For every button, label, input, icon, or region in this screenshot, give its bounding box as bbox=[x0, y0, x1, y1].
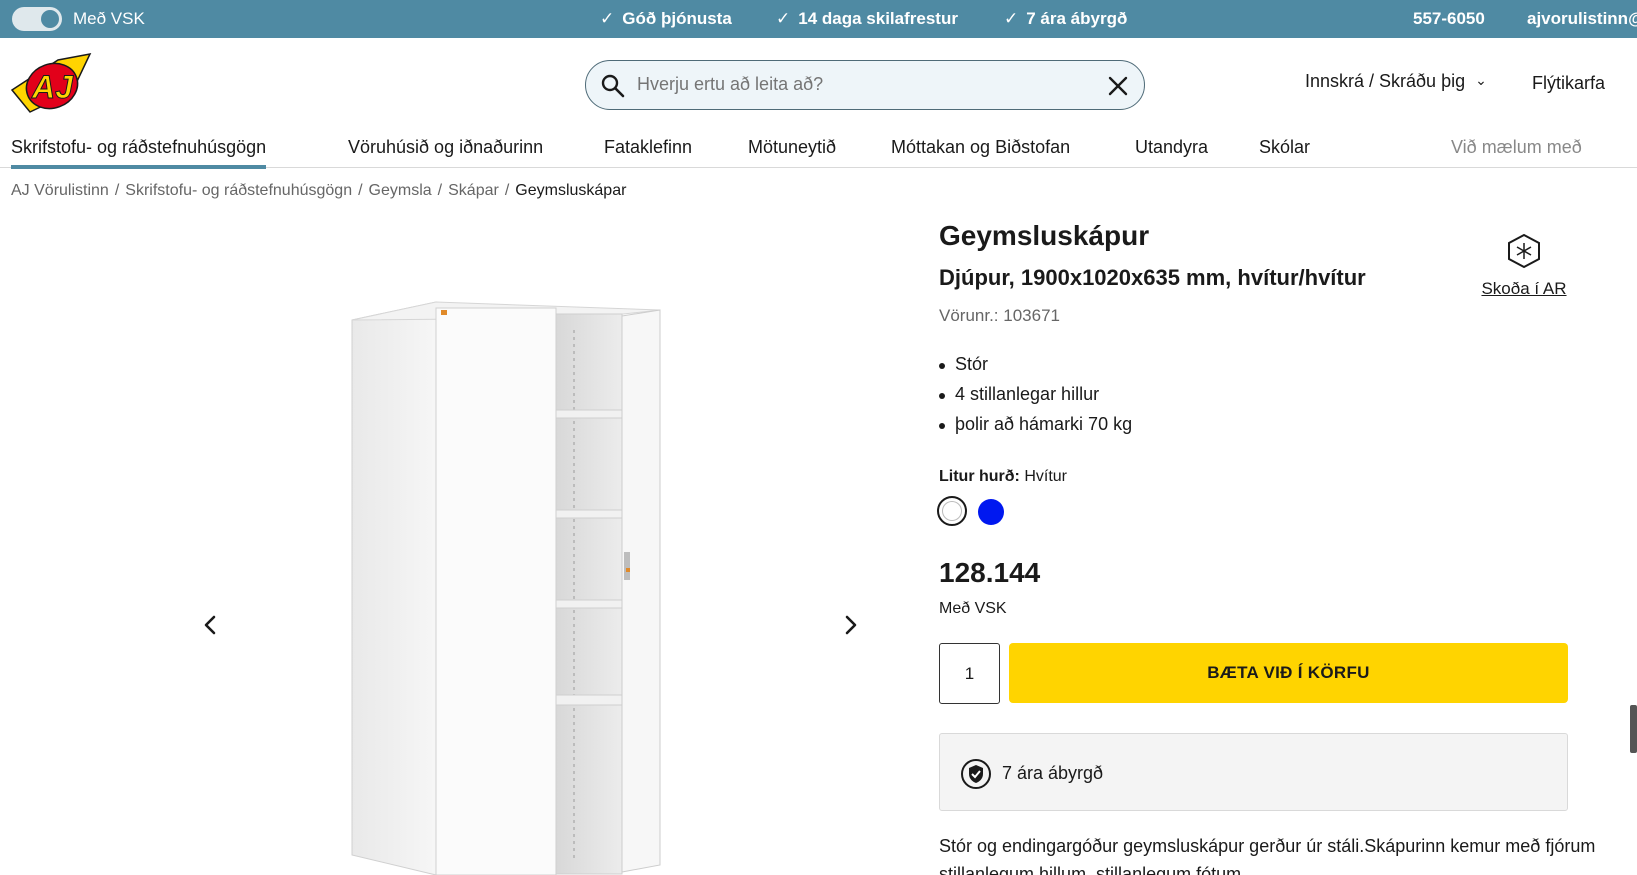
vat-toggle[interactable] bbox=[12, 7, 62, 31]
breadcrumb-separator: / bbox=[358, 182, 363, 199]
ar-cube-icon bbox=[1508, 233, 1540, 269]
shield-check-icon bbox=[961, 759, 991, 789]
door-color-label: Litur hurð: Hvítur bbox=[939, 468, 1067, 486]
breadcrumb-current: Geymsluskápar bbox=[515, 182, 627, 199]
product-description: Stór og endingargóður geymsluskápur gerð… bbox=[939, 836, 1596, 875]
view-in-ar-button[interactable]: Skoða í AR bbox=[1480, 232, 1568, 299]
nav-item-warehouse[interactable]: Vöruhúsið og iðnaðurinn bbox=[348, 137, 543, 158]
chevron-down-icon: ⌄ bbox=[1475, 72, 1487, 88]
nav-item-canteen[interactable]: Mötuneytið bbox=[748, 137, 836, 158]
color-label-key: Litur hurð: bbox=[939, 468, 1020, 485]
product-features: Stór 4 stillanlegar hillur þolir að háma… bbox=[939, 354, 1132, 444]
color-label-value: Hvítur bbox=[1024, 468, 1067, 485]
color-swatch-blue[interactable] bbox=[978, 499, 1004, 525]
breadcrumb-link[interactable]: Skrifstofu- og ráðstefnuhúsgögn bbox=[125, 182, 352, 199]
nav-item-locker-room[interactable]: Fataklefinn bbox=[604, 137, 692, 158]
phone-link[interactable]: 557-6050 bbox=[1413, 9, 1485, 29]
chevron-right-icon[interactable] bbox=[836, 610, 866, 640]
main-nav: Skrifstofu- og ráðstefnuhúsgögn Vöruhúsi… bbox=[0, 130, 1637, 169]
top-bar: Með VSK ✓ Góð þjónusta ✓ 14 daga skilafres… bbox=[0, 0, 1637, 38]
email-link[interactable]: ajvorulistinn@ bbox=[1527, 9, 1637, 29]
scrollbar-thumb[interactable] bbox=[1630, 705, 1637, 753]
breadcrumb: AJ Vörulistinn / Skrifstofu- og ráðstefnuh… bbox=[11, 182, 626, 200]
list-item: Stór bbox=[939, 354, 1132, 384]
list-item: 4 stillanlegar hillur bbox=[939, 384, 1132, 414]
ar-label: Skoða í AR bbox=[1481, 279, 1567, 298]
nav-item-reception[interactable]: Móttakan og Biðstofan bbox=[891, 137, 1070, 158]
close-icon[interactable] bbox=[1105, 73, 1131, 99]
nav-item-office[interactable]: Skrifstofu- og ráðstefnuhúsgögn bbox=[11, 137, 267, 169]
quantity-field[interactable]: 1 bbox=[939, 643, 1000, 704]
quick-cart[interactable]: Flýtikarfa bbox=[1532, 73, 1605, 94]
list-item: þolir að hámarki 70 kg bbox=[939, 414, 1132, 444]
breadcrumb-separator: / bbox=[504, 182, 510, 199]
nav-item-outdoor[interactable]: Utandyra bbox=[1135, 137, 1208, 158]
product-price: 128.144 bbox=[939, 557, 1041, 588]
check-icon: ✓ bbox=[1004, 9, 1019, 28]
breadcrumb-separator: / bbox=[114, 182, 120, 199]
search-bar[interactable] bbox=[585, 60, 1145, 110]
breadcrumb-link[interactable]: Geymsla bbox=[369, 182, 432, 199]
nav-item-schools[interactable]: Skólar bbox=[1259, 137, 1310, 158]
color-swatch-white[interactable] bbox=[937, 496, 967, 526]
aj-logo[interactable]: AJ bbox=[10, 52, 92, 116]
logo-text: AJ bbox=[31, 69, 74, 105]
usp-service: ✓ Góð þjónusta bbox=[600, 9, 732, 28]
product-subtitle: Djúpur, 1900x1020x635 mm, hvítur/hvítur bbox=[939, 265, 1366, 290]
price-vat-note: Með VSK bbox=[939, 600, 1007, 617]
add-to-cart-button[interactable]: BÆTA VIÐ Í KÖRFU bbox=[1009, 643, 1568, 703]
breadcrumb-link[interactable]: Skápar bbox=[448, 182, 499, 199]
product-image-cabinet bbox=[351, 301, 661, 875]
warranty-text: 7 ára ábyrgð bbox=[1002, 763, 1104, 783]
usp-returns: ✓ 14 daga skilafrestur bbox=[776, 9, 958, 28]
product-sku: Vörunr.: 103671 bbox=[939, 306, 1060, 325]
product-title: Geymsluskápur bbox=[939, 220, 1150, 251]
warranty-box: 7 ára ábyrgð bbox=[939, 733, 1568, 811]
nav-item-recommended[interactable]: Við mælum með bbox=[1451, 137, 1582, 158]
login-menu[interactable]: Innskrá / Skráðu þig ⌄ bbox=[1305, 71, 1487, 92]
login-label: Innskrá / Skráðu þig bbox=[1305, 71, 1466, 91]
toggle-knob bbox=[41, 10, 59, 28]
check-icon: ✓ bbox=[776, 9, 791, 28]
breadcrumb-link[interactable]: AJ Vörulistinn bbox=[11, 182, 109, 199]
search-icon[interactable] bbox=[600, 73, 626, 99]
chevron-left-icon[interactable] bbox=[195, 610, 225, 640]
cart-label: Flýtikarfa bbox=[1532, 73, 1606, 93]
check-icon: ✓ bbox=[600, 9, 615, 28]
usp-warranty: ✓ 7 ára ábyrgð bbox=[1004, 9, 1128, 28]
breadcrumb-separator: / bbox=[437, 182, 443, 199]
vat-toggle-label: Með VSK bbox=[73, 9, 145, 28]
search-input[interactable] bbox=[637, 74, 1067, 95]
